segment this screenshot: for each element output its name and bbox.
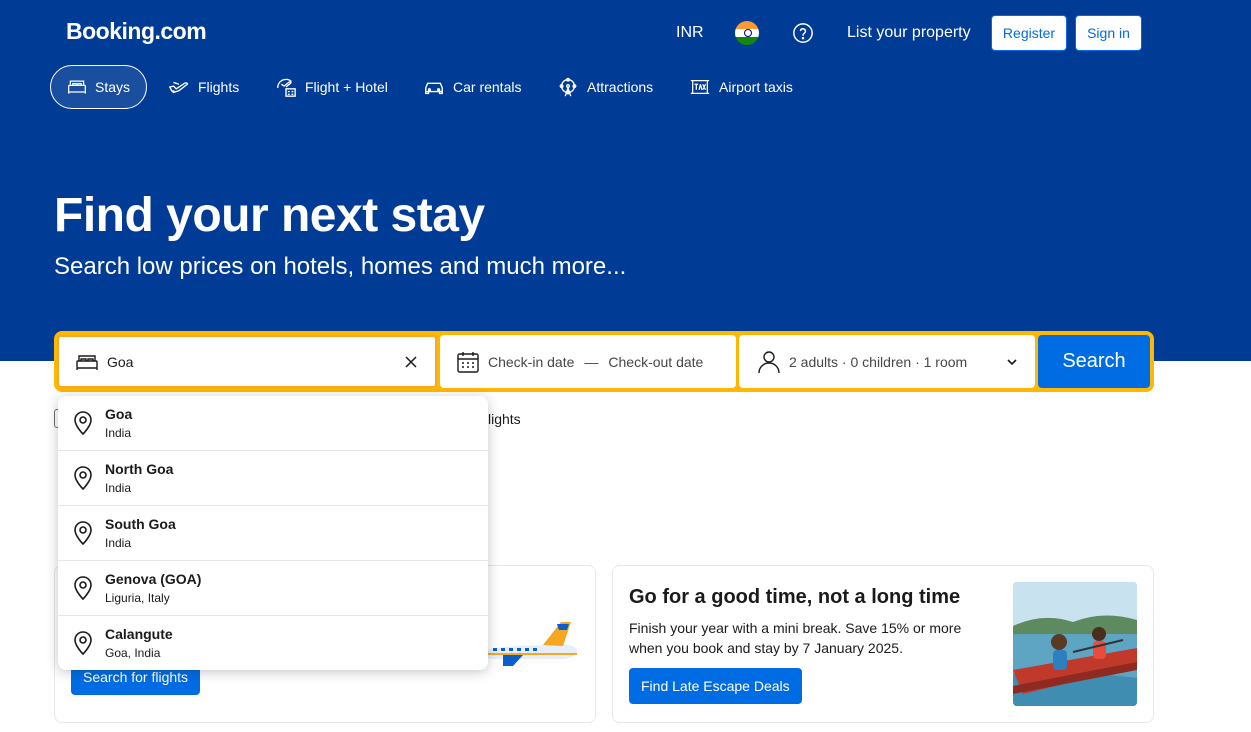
close-icon[interactable] (403, 354, 419, 370)
person-icon (758, 350, 780, 373)
hero-background (0, 0, 1251, 361)
chevron-down-icon (1007, 358, 1017, 365)
currency-selector[interactable]: INR (676, 24, 704, 42)
search-button[interactable]: Search (1038, 335, 1150, 388)
ferris-wheel-icon (559, 77, 577, 97)
suggestion-region: India (105, 536, 132, 550)
calendar-icon (457, 351, 479, 373)
map-pin-icon (74, 521, 92, 546)
tab-stays[interactable]: Stays (50, 65, 147, 109)
destination-field[interactable]: Goa (57, 335, 437, 388)
list-item[interactable]: Goa India (58, 396, 488, 451)
bed-icon (68, 80, 86, 94)
tab-label: Stays (94, 79, 130, 95)
find-late-escape-deals-button[interactable]: Find Late Escape Deals (629, 668, 802, 704)
map-pin-icon (74, 411, 92, 436)
checkout-date[interactable]: Check-out date (608, 354, 703, 370)
tab-label: Car rentals (453, 79, 522, 95)
destination-input-value[interactable]: Goa (107, 354, 403, 370)
date-field[interactable]: Check-in date — Check-out date (440, 335, 736, 388)
flights-checkbox-label: lights (488, 411, 521, 427)
list-item[interactable]: Genova (GOA) Liguria, Italy (58, 561, 488, 616)
suggestion-region: India (105, 426, 132, 440)
tab-airport-taxis[interactable]: Airport taxis (673, 65, 809, 109)
list-item[interactable]: North Goa India (58, 451, 488, 506)
suggestion-name: Calangute (105, 626, 173, 642)
tab-flights[interactable]: Flights (152, 65, 255, 109)
suggestion-name: Goa (105, 406, 133, 422)
hero-subtitle: Search low prices on hotels, homes and m… (54, 253, 627, 280)
occupancy-field[interactable]: 2 adults · 0 children · 1 room (739, 335, 1035, 388)
list-item[interactable]: South Goa India (58, 506, 488, 561)
suggestion-name: South Goa (105, 516, 176, 532)
car-icon (425, 82, 443, 95)
tab-car-rentals[interactable]: Car rentals (407, 65, 537, 109)
canoe-photo (1013, 582, 1137, 706)
india-flag-icon[interactable] (735, 21, 759, 45)
suggestion-name: North Goa (105, 461, 174, 477)
tab-label: Airport taxis (719, 79, 793, 95)
search-bar: Goa Check-in date — Check-out date 2 adu… (54, 331, 1154, 392)
list-item[interactable]: Calangute Goa, India (58, 616, 488, 670)
flight-hotel-icon (277, 78, 296, 97)
tab-label: Flights (198, 79, 240, 95)
sign-in-button[interactable]: Sign in (1075, 15, 1142, 51)
suggestion-name: Genova (GOA) (105, 571, 202, 587)
suggestion-region: Goa, India (105, 646, 161, 660)
register-button[interactable]: Register (991, 15, 1067, 51)
suggestion-region: Liguria, Italy (105, 591, 170, 605)
tab-label: Flight + Hotel (305, 79, 388, 95)
date-separator: — (584, 353, 599, 370)
tab-attractions[interactable]: Attractions (541, 65, 669, 109)
tab-flight-hotel[interactable]: Flight + Hotel (259, 65, 404, 109)
plane-icon (168, 81, 189, 94)
suggestion-region: India (105, 481, 132, 495)
list-your-property-link[interactable]: List your property (847, 24, 971, 42)
airplane-illustration (480, 622, 577, 666)
map-pin-icon (74, 466, 92, 491)
promo-title: Go for a good time, not a long time (629, 586, 961, 608)
promo-text: Finish your year with a mini break. Save… (629, 620, 962, 656)
bed-icon (76, 354, 98, 370)
checkin-date[interactable]: Check-in date (488, 354, 574, 370)
late-escape-card: Go for a good time, not a long time Fini… (612, 565, 1154, 723)
question-circle-icon[interactable] (792, 22, 814, 44)
destination-suggestions: Goa India North Goa India South Goa Indi… (58, 396, 488, 670)
tab-label: Attractions (587, 79, 654, 95)
booking-logo[interactable]: Booking.com (66, 18, 207, 45)
map-pin-icon (74, 576, 92, 601)
taxi-icon (690, 79, 710, 95)
occupancy-summary: 2 adults · 0 children · 1 room (789, 353, 968, 370)
hero-title: Find your next stay (54, 189, 485, 242)
map-pin-icon (74, 631, 92, 656)
